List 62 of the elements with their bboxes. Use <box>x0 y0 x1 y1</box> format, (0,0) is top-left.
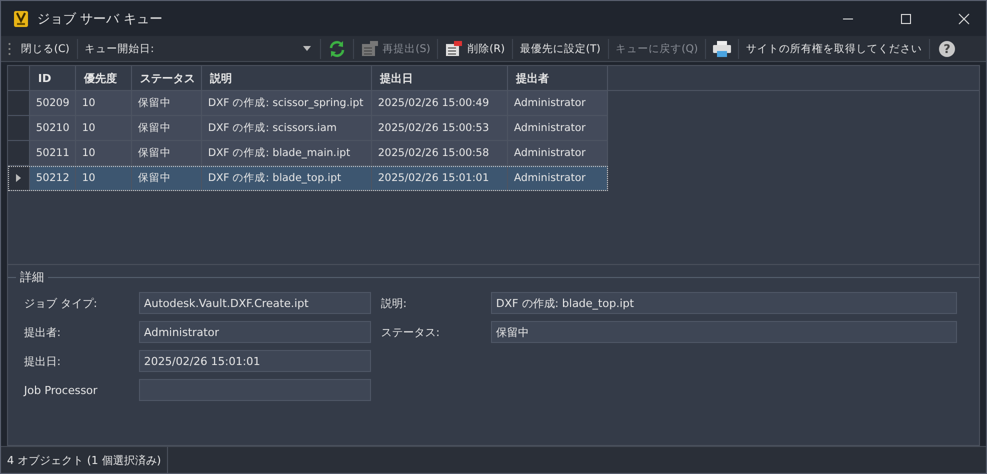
grip-icon[interactable] <box>8 42 11 56</box>
column-header[interactable]: ステータス <box>132 66 202 90</box>
table-cell: 50209 <box>30 91 76 115</box>
help-icon[interactable]: ? <box>938 40 955 56</box>
table-cell: 50211 <box>30 141 76 165</box>
field-label: Job Processor <box>24 384 98 396</box>
table-cell: Administrator <box>508 141 608 165</box>
field-label: ジョブ タイプ: <box>24 296 98 310</box>
column-header[interactable]: ID <box>30 66 76 90</box>
caret-icon <box>302 46 311 51</box>
maximize-icon[interactable] <box>900 12 912 24</box>
text-field[interactable]: Administrator <box>139 321 371 343</box>
table-cell: 保留中 <box>132 116 202 140</box>
table-cell: 保留中 <box>132 166 202 190</box>
table-cell: 10 <box>76 91 132 115</box>
status-text: 4 オブジェクト (1 個選択済み) <box>1 447 168 473</box>
document-icon <box>360 40 379 56</box>
date-dropdown[interactable]: キュー開始日: <box>82 40 315 58</box>
column-header[interactable]: 優先度 <box>76 66 132 90</box>
printer-icon[interactable] <box>712 40 731 56</box>
table-cell: 2025/02/26 15:00:49 <box>372 91 508 115</box>
table-cell: 保留中 <box>132 141 202 165</box>
group-title: 詳細 <box>19 269 45 286</box>
table-cell: 50212 <box>30 166 76 190</box>
toolbar-button[interactable]: サイトの所有権を取得してください <box>744 40 924 58</box>
field-label: 提出日: <box>24 354 62 368</box>
table-cell: 保留中 <box>132 91 202 115</box>
table-cell: 50210 <box>30 116 76 140</box>
row-pointer-icon <box>16 174 21 182</box>
refresh-icon[interactable] <box>328 40 346 58</box>
text-field[interactable]: DXF の作成: blade_top.ipt <box>491 292 957 314</box>
field-label: 説明: <box>381 296 408 310</box>
window-title: ジョブ サーバ キュー <box>37 10 162 28</box>
text-field[interactable]: 保留中 <box>491 321 957 343</box>
document-icon <box>445 40 464 56</box>
table-cell: 2025/02/26 15:00:53 <box>372 116 508 140</box>
column-header[interactable]: 提出日 <box>372 66 508 90</box>
table-cell: 10 <box>76 141 132 165</box>
table-cell: Administrator <box>508 166 608 190</box>
table-cell: DXF の作成: scissor_spring.ipt <box>202 91 372 115</box>
table-cell: DXF の作成: blade_main.ipt <box>202 141 372 165</box>
table-cell: Administrator <box>508 91 608 115</box>
table-cell: DXF の作成: scissors.iam <box>202 116 372 140</box>
text-field[interactable]: 2025/02/26 15:01:01 <box>139 350 371 372</box>
table-cell: Administrator <box>508 116 608 140</box>
field-label: 提出者: <box>24 324 62 340</box>
column-header[interactable]: 提出者 <box>508 66 608 90</box>
text-field[interactable]: Autodesk.Vault.DXF.Create.ipt <box>139 292 371 314</box>
table-cell: DXF の作成: blade_top.ipt <box>202 166 372 190</box>
table-cell: 2025/02/26 15:00:58 <box>372 141 508 165</box>
toolbar-button[interactable]: 削除(R) <box>443 38 507 58</box>
row-header[interactable] <box>8 166 30 190</box>
text-field[interactable] <box>139 379 371 401</box>
table-cell: 10 <box>76 166 132 190</box>
field-label: ステータス: <box>381 324 441 340</box>
close-icon[interactable] <box>958 12 970 24</box>
table-cell: 2025/02/26 15:01:01 <box>372 166 508 190</box>
table-cell: 10 <box>76 116 132 140</box>
column-header[interactable]: 説明 <box>202 66 372 90</box>
toolbar-button[interactable]: 閉じる(C) <box>19 40 72 58</box>
app-logo-icon <box>13 10 29 28</box>
toolbar-button[interactable]: 最優先に設定(T) <box>518 40 602 58</box>
